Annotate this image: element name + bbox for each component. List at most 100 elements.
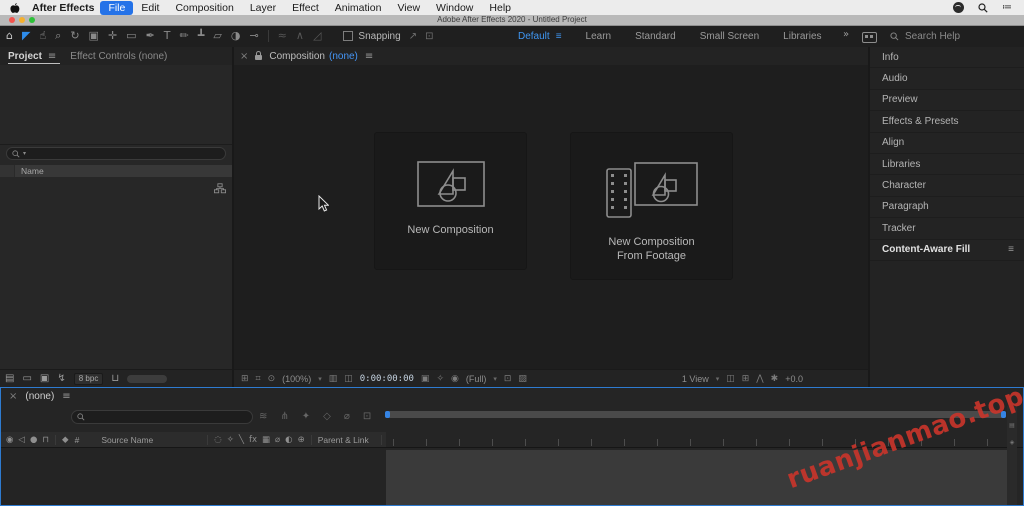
video-eye-icon[interactable]: ◉ (6, 435, 13, 445)
menu-item-edit[interactable]: Edit (133, 1, 167, 15)
zoom-tool[interactable]: ⌕ (55, 26, 61, 46)
pen-tool[interactable]: ✒ (146, 26, 155, 46)
new-folder-icon[interactable]: ▭ (22, 373, 31, 384)
always-preview-icon[interactable]: ⊞ (241, 374, 249, 384)
sidebar-item-align[interactable]: Align (870, 133, 1024, 154)
ws-item-small-screen[interactable]: Small Screen (700, 31, 759, 42)
shape-tool[interactable]: ▭ (126, 26, 136, 46)
collapse-icon[interactable]: ✧ (227, 435, 234, 445)
apple-icon[interactable] (10, 2, 20, 14)
ws-item-learn[interactable]: Learn (586, 31, 612, 42)
new-composition-button[interactable]: New Composition (374, 132, 527, 270)
transparency-grid-icon[interactable]: ▨ (518, 374, 527, 384)
new-composition-icon[interactable]: ▣ (40, 373, 49, 384)
tab-effect-controls[interactable]: Effect Controls (none) (70, 51, 167, 62)
new-composition-from-footage-button[interactable]: New Composition From Footage (570, 132, 733, 280)
timeline-tab[interactable]: (none) (25, 391, 54, 402)
hide-shy-layers-icon[interactable]: ✦ (302, 411, 310, 422)
menu-item-file[interactable]: File (100, 0, 134, 15)
camera-tool[interactable]: ▣ (89, 26, 99, 46)
motion-blur-icon[interactable]: ⌀ (344, 411, 350, 422)
label-column-icon[interactable]: ◆ (62, 435, 69, 445)
project-panel-menu-icon[interactable]: ≡ (48, 51, 56, 62)
show-snapshot-icon[interactable]: ✧ (436, 374, 444, 384)
convert-vertex-tool[interactable]: ◿ (313, 26, 321, 46)
workspace-overflow-icon[interactable]: » (843, 29, 849, 40)
menu-item-composition[interactable]: Composition (167, 1, 241, 15)
ws-item-standard[interactable]: Standard (635, 31, 676, 42)
menu-item-help[interactable]: Help (481, 1, 519, 15)
composition-mini-flowchart-icon[interactable]: ≋ (259, 411, 267, 422)
sidebar-item-libraries[interactable]: Libraries (870, 154, 1024, 176)
fast-previews-icon[interactable]: ⋀ (756, 374, 763, 384)
pixel-aspect-icon[interactable]: ⊞ (742, 374, 750, 384)
timeline-right-scrollbar[interactable]: ▤ ◈ (1007, 406, 1017, 505)
home-icon[interactable]: ⌂ (6, 26, 13, 46)
current-timecode[interactable]: 0:00:00:00 (360, 374, 414, 384)
exposure-value[interactable]: +0.0 (785, 374, 803, 384)
shy-icon[interactable]: ◌ (214, 435, 221, 445)
spotlight-search-icon[interactable] (978, 2, 988, 13)
track-area[interactable] (386, 450, 1007, 505)
creative-cloud-icon[interactable] (953, 2, 964, 13)
quality-icon[interactable]: ╲ (239, 435, 244, 445)
ws-item-default[interactable]: Default (518, 31, 562, 42)
close-panel-icon[interactable]: × (240, 51, 248, 62)
project-search-input[interactable]: ▾ (6, 147, 226, 160)
search-dropdown-arrow-icon[interactable]: ▾ (23, 150, 26, 157)
adjustment-icon[interactable]: ▦ (262, 435, 270, 445)
3d-layer-icon[interactable]: ⊕ (298, 435, 305, 445)
ws-item-libraries[interactable]: Libraries (783, 31, 821, 42)
pan-behind-tool[interactable]: ✛ (108, 26, 117, 46)
tab-composition[interactable]: Composition (none) (269, 51, 358, 62)
help-search-field[interactable]: Search Help (890, 25, 960, 47)
comp-button-icon[interactable]: ◈ (1010, 439, 1015, 446)
vertex-tool[interactable]: ∧ (296, 26, 304, 46)
flowchart-icon[interactable] (214, 183, 226, 194)
sidebar-item-content-aware-fill[interactable]: Content-Aware Fill (870, 240, 1024, 261)
magnification-value[interactable]: (100%) (282, 374, 311, 384)
snap-grid-icon[interactable]: ⊡ (425, 31, 433, 42)
menu-item-window[interactable]: Window (428, 1, 481, 15)
brush-tool[interactable]: ✏ (180, 26, 189, 46)
magnification-icon[interactable]: ⊙ (268, 374, 276, 384)
fx-icon[interactable]: fx (249, 435, 257, 445)
hand-tool[interactable]: ☝ (39, 26, 46, 46)
region-of-interest-icon[interactable]: ⊡ (504, 374, 512, 384)
camera-settings-icon[interactable]: ✱ (771, 374, 779, 384)
view-layout-value[interactable]: 1 View (682, 374, 709, 384)
snapping-control[interactable]: Snapping (343, 31, 401, 42)
parent-link-column-label[interactable]: Parent & Link (318, 435, 369, 445)
menu-item-animation[interactable]: Animation (327, 1, 390, 15)
roto-brush-tool[interactable]: ◑ (231, 26, 241, 46)
lock-icon[interactable] (255, 51, 263, 60)
source-name-column-label[interactable]: Source Name (101, 435, 153, 445)
control-center-icon[interactable]: ≔ (1002, 2, 1012, 13)
snapping-checkbox[interactable] (343, 31, 354, 41)
composition-panel-menu-icon[interactable]: ≡ (365, 51, 373, 62)
sidebar-item-info[interactable]: Info (870, 47, 1024, 69)
draft-3d-icon[interactable]: ⋔ (280, 411, 288, 422)
comp-marker-bin-icon[interactable]: ▤ (1009, 422, 1015, 429)
safe-guides-icon[interactable]: ▥ (329, 374, 338, 384)
snapshot-icon[interactable]: ▣ (421, 374, 430, 384)
show-channel-icon[interactable]: ◉ (451, 374, 459, 384)
number-column-label[interactable]: # (75, 435, 80, 445)
sidebar-item-audio[interactable]: Audio (870, 68, 1024, 90)
snap-features-icon[interactable]: ↗ (409, 31, 417, 42)
bit-depth-button[interactable]: 8 bpc (73, 372, 104, 385)
sidebar-item-paragraph[interactable]: Paragraph (870, 197, 1024, 219)
sidebar-item-preview[interactable]: Preview (870, 90, 1024, 112)
shared-view-icon[interactable]: ◫ (726, 374, 735, 384)
menu-item-view[interactable]: View (389, 1, 428, 15)
sidebar-item-character[interactable]: Character (870, 175, 1024, 197)
clone-stamp-tool[interactable]: ┻ (198, 26, 205, 46)
timeline-search-input[interactable] (71, 410, 253, 424)
selection-tool[interactable]: ◤ (22, 26, 30, 46)
eraser-tool[interactable]: ▱ (213, 26, 221, 46)
name-column-header[interactable]: Name (0, 165, 232, 177)
mask-feather-tool[interactable]: ≈ (278, 26, 287, 46)
sidebar-item-tracker[interactable]: Tracker (870, 218, 1024, 240)
layer-list-area[interactable] (1, 448, 386, 505)
workspace-bar-icon[interactable] (862, 32, 877, 43)
